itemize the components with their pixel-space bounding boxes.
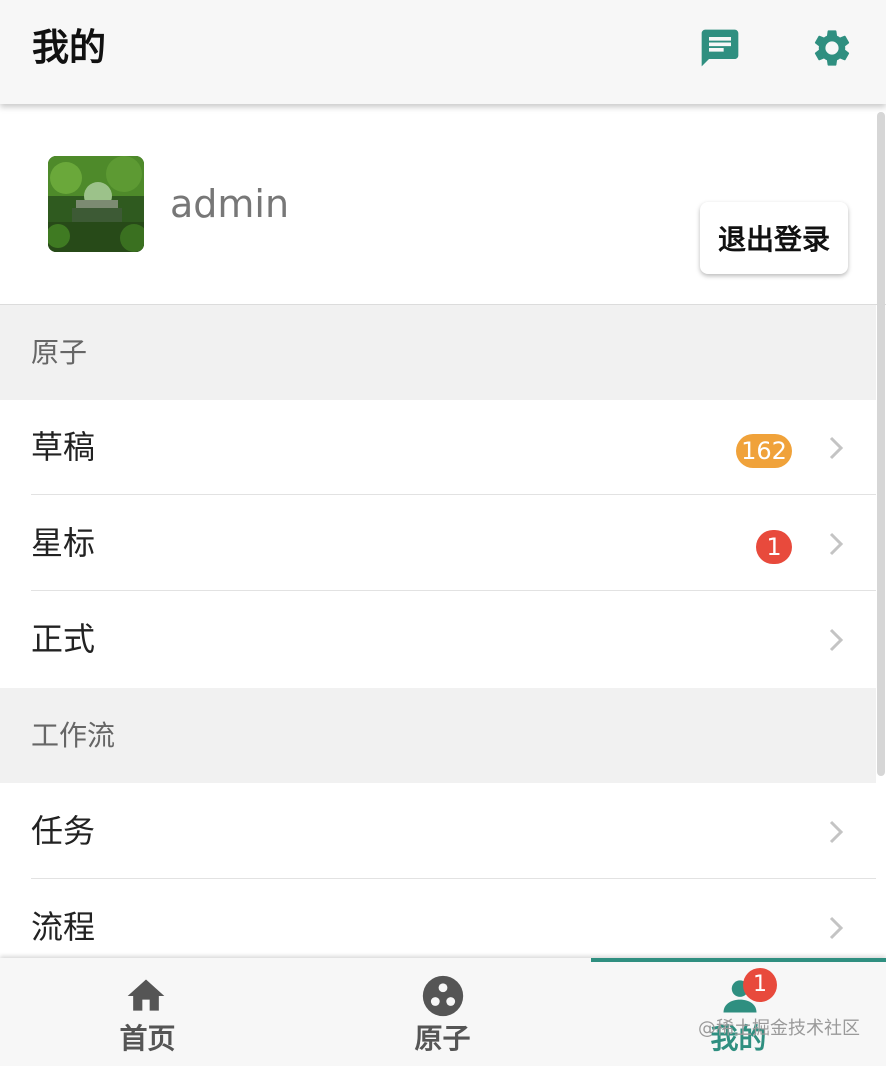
notification-badge: 1: [743, 968, 777, 1002]
avatar[interactable]: [48, 156, 144, 252]
profile-card: admin 退出登录: [0, 104, 886, 305]
list-item-formal[interactable]: 正式: [0, 592, 876, 687]
divider: [31, 494, 876, 495]
watermark: @稀土掘金技术社区: [698, 1018, 860, 1039]
divider: [31, 878, 876, 879]
chevron-right-icon: [826, 529, 846, 559]
count-badge: 162: [736, 434, 792, 468]
app-header: 我的: [0, 0, 886, 104]
tab-atoms[interactable]: 原子: [295, 958, 590, 1066]
settings-icon[interactable]: [810, 26, 854, 70]
tab-label: 原子: [414, 1022, 471, 1055]
chevron-right-icon: [826, 625, 846, 655]
atom-icon: [421, 974, 465, 1018]
list-item-tasks[interactable]: 任务: [0, 784, 876, 879]
scrollbar[interactable]: [877, 112, 885, 776]
chevron-right-icon: [826, 913, 846, 943]
username: admin: [170, 182, 290, 226]
tab-label: 首页: [119, 1022, 176, 1055]
count-badge: 1: [756, 530, 792, 564]
chevron-right-icon: [826, 817, 846, 847]
section-title: 工作流: [31, 719, 116, 752]
list-item-label: 正式: [31, 620, 96, 658]
list-item-label: 流程: [31, 908, 96, 946]
tab-home[interactable]: 首页: [0, 958, 295, 1066]
bottom-tab-bar: 首页 原子 1 我的: [0, 958, 886, 1066]
tab-mine[interactable]: 1 我的: [591, 958, 886, 1066]
chevron-right-icon: [826, 433, 846, 463]
section-header-atoms: 原子: [0, 305, 876, 400]
divider: [31, 590, 876, 591]
list-item-label: 任务: [31, 812, 96, 850]
section-title: 原子: [31, 336, 88, 369]
section-header-workflow: 工作流: [0, 688, 876, 783]
home-icon: [124, 974, 168, 1018]
list-item-drafts[interactable]: 草稿 162: [0, 400, 876, 495]
list-item-label: 星标: [31, 524, 96, 562]
message-icon[interactable]: [698, 26, 742, 70]
page-title: 我的: [32, 26, 106, 69]
logout-button[interactable]: 退出登录: [700, 202, 848, 274]
list-item-label: 草稿: [31, 428, 96, 466]
list-item-starred[interactable]: 星标 1: [0, 496, 876, 591]
